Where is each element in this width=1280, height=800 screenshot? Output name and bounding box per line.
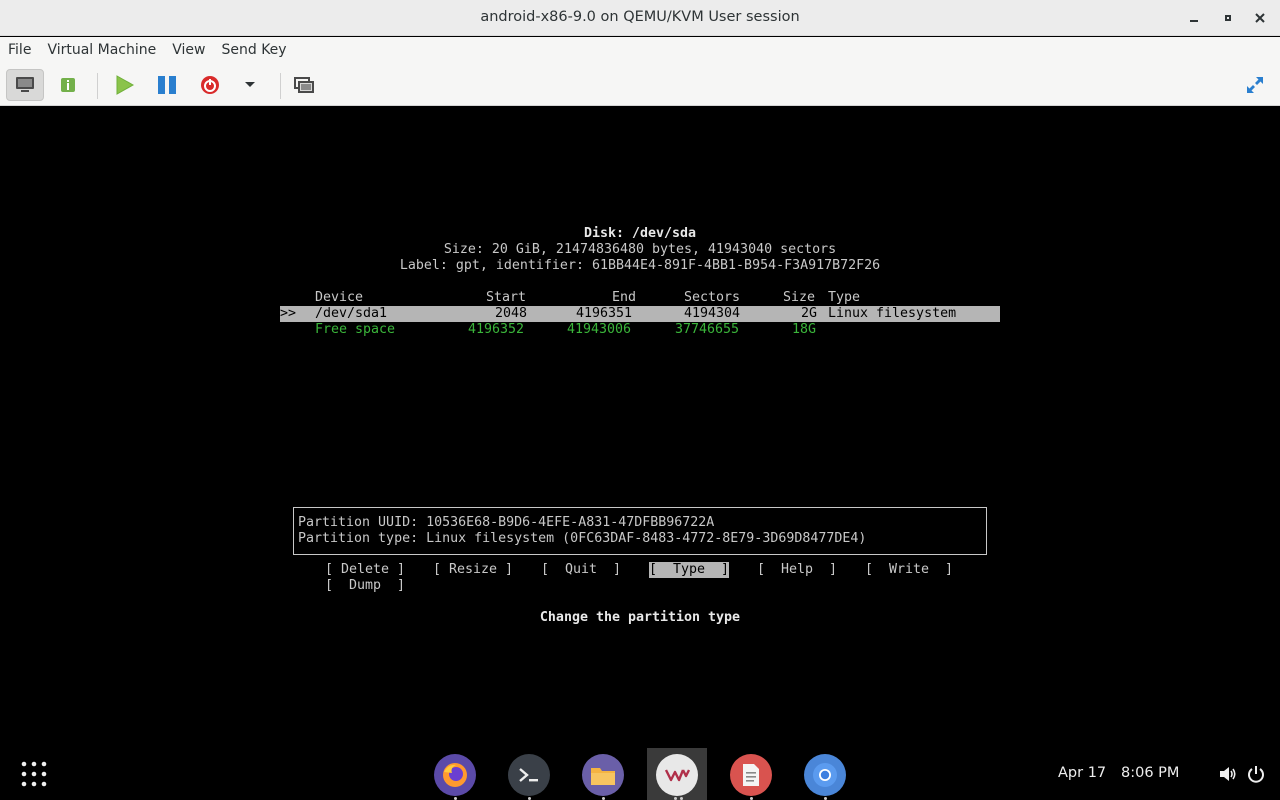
files-launcher[interactable] <box>582 754 624 796</box>
col-end: End <box>612 290 637 305</box>
menu-virtual-machine[interactable]: Virtual Machine <box>39 37 164 65</box>
system-power-icon <box>1248 766 1264 783</box>
menu-file[interactable]: File <box>0 37 39 65</box>
row-marker: >> <box>280 306 297 321</box>
col-size: Size <box>783 290 816 305</box>
firefox-launcher[interactable] <box>434 754 476 796</box>
power-menu-button[interactable] <box>1246 764 1266 784</box>
minimize-icon <box>1190 20 1198 22</box>
clock-time[interactable]: 8:06 PM <box>1121 765 1179 781</box>
disk-size-line: Size: 20 GiB, 21474836480 bytes, 4194304… <box>443 242 837 257</box>
taskbar: Apr 17 8:06 PM <box>0 748 1280 800</box>
toolbar-separator <box>280 73 281 99</box>
show-console-button[interactable] <box>6 69 44 101</box>
close-icon <box>1255 13 1265 23</box>
row-sectors: 37746655 <box>675 322 740 337</box>
partition-table-header: Device Start End Sectors Size Type <box>0 290 1280 306</box>
firefox-icon <box>443 763 467 787</box>
volume-button[interactable] <box>1218 764 1238 784</box>
row-end: 41943006 <box>567 322 632 337</box>
clock-date[interactable]: Apr 17 <box>1058 765 1106 781</box>
maximize-icon <box>1225 15 1231 21</box>
menubar: File Virtual Machine View Send Key <box>0 37 1280 65</box>
volume-icon <box>1220 767 1236 781</box>
fullscreen-icon <box>1247 77 1263 93</box>
toolbar-separator <box>97 73 98 99</box>
close-button[interactable] <box>1250 8 1270 28</box>
info-icon <box>61 78 75 92</box>
col-start: Start <box>486 290 527 305</box>
action-write[interactable]: [ Write ] <box>865 562 953 578</box>
action-resize[interactable]: [ Resize ] <box>433 562 513 578</box>
toolbar <box>0 65 1280 106</box>
shutdown-button[interactable] <box>191 69 229 101</box>
row-end: 4196351 <box>576 306 633 321</box>
disk-title: Disk: /dev/sda <box>583 226 697 241</box>
snapshots-button[interactable] <box>285 69 323 101</box>
show-details-button[interactable] <box>49 69 87 101</box>
chromium-icon <box>813 763 837 787</box>
action-help[interactable]: [ Help ] <box>757 562 837 578</box>
app-grid-button[interactable] <box>18 758 50 790</box>
action-dump[interactable]: [ Dump ] <box>325 578 405 594</box>
col-type: Type <box>828 290 861 305</box>
virt-manager-icon <box>664 769 690 782</box>
row-device: Free space <box>315 322 396 337</box>
action-type[interactable]: [ Type ] <box>649 562 730 578</box>
app-grid-icon <box>21 761 47 787</box>
pause-button[interactable] <box>148 69 186 101</box>
row-size: 18G <box>792 322 817 337</box>
run-button[interactable] <box>105 69 143 101</box>
fullscreen-button[interactable] <box>1236 69 1274 101</box>
window-title: android-x86-9.0 on QEMU/KVM User session <box>480 9 800 25</box>
partition-type: Partition type: Linux filesystem (0FC63D… <box>298 531 867 546</box>
disk-label-line: Label: gpt, identifier: 61BB44E4-891F-4B… <box>399 258 881 273</box>
terminal-icon <box>519 768 538 782</box>
row-sectors: 4194304 <box>684 306 741 321</box>
menu-view[interactable]: View <box>164 37 213 65</box>
col-sectors: Sectors <box>684 290 741 305</box>
col-device: Device <box>315 290 364 305</box>
window-titlebar: android-x86-9.0 on QEMU/KVM User session <box>0 0 1280 36</box>
monitor-icon <box>16 77 34 92</box>
partition-row-selected[interactable]: >> /dev/sda1 2048 4196351 4194304 2G Lin… <box>280 306 1000 322</box>
chromium-launcher[interactable] <box>804 754 846 796</box>
power-icon <box>201 76 219 94</box>
maximize-button[interactable] <box>1218 8 1238 28</box>
files-icon <box>591 768 615 785</box>
play-icon <box>116 75 135 95</box>
partition-uuid: Partition UUID: 10536E68-B9D6-4EFE-A831-… <box>298 515 715 530</box>
row-start: 4196352 <box>468 322 525 337</box>
virt-manager-launcher[interactable] <box>656 754 698 796</box>
vm-console[interactable]: Disk: /dev/sda Size: 20 GiB, 21474836480… <box>0 106 1280 748</box>
snapshot-icon <box>294 77 314 93</box>
text-editor-icon <box>743 764 759 786</box>
shutdown-menu-button[interactable] <box>231 69 269 101</box>
row-start: 2048 <box>495 306 528 321</box>
row-size: 2G <box>801 306 818 321</box>
partition-row-free-space[interactable]: Free space 4196352 41943006 37746655 18G <box>280 322 1000 338</box>
row-device: /dev/sda1 <box>315 306 388 321</box>
dropdown-arrow-icon <box>245 82 255 87</box>
row-type: Linux filesystem <box>828 306 957 321</box>
pause-icon <box>158 76 176 94</box>
terminal-launcher[interactable] <box>508 754 550 796</box>
action-quit[interactable]: [ Quit ] <box>541 562 621 578</box>
menu-send-key[interactable]: Send Key <box>213 37 294 65</box>
text-editor-launcher[interactable] <box>730 754 772 796</box>
action-delete[interactable]: [ Delete ] <box>325 562 405 578</box>
action-hint: Change the partition type <box>539 610 741 625</box>
partition-info-box: Partition UUID: 10536E68-B9D6-4EFE-A831-… <box>293 507 987 555</box>
minimize-button[interactable] <box>1184 8 1204 28</box>
